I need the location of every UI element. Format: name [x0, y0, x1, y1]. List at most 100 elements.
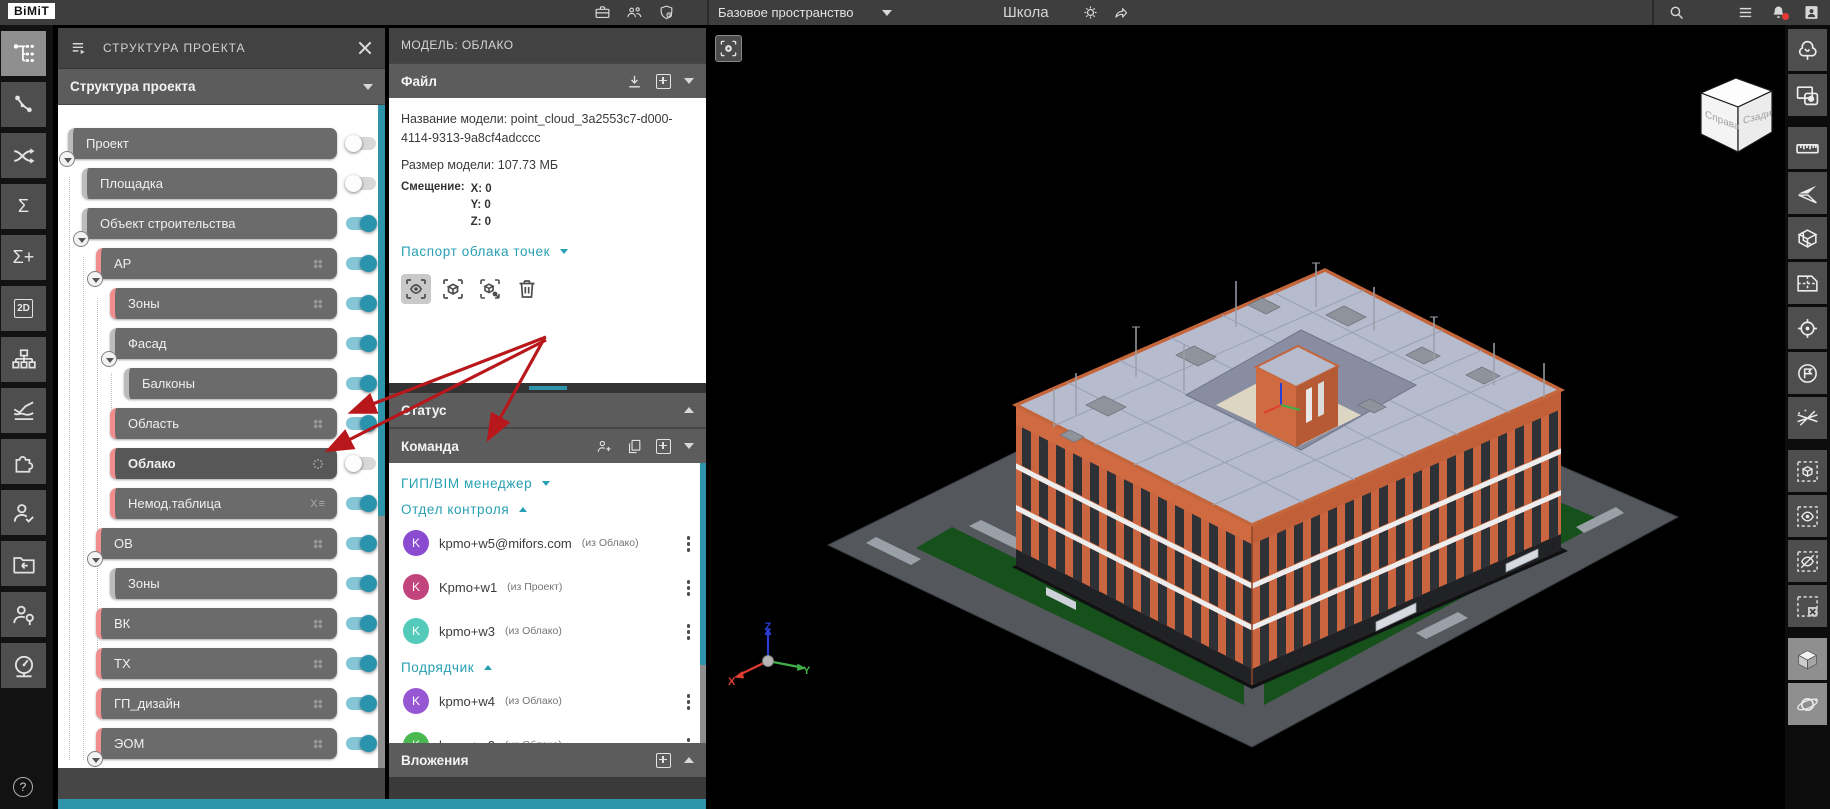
expand-toggle[interactable]	[87, 551, 103, 567]
right-tool-orbit-mode[interactable]	[1788, 683, 1827, 725]
right-tool-shaded-mode[interactable]	[1788, 638, 1827, 680]
team-member[interactable]: Kkpmo+w4(из Облако)	[389, 679, 706, 723]
tree-row[interactable]: Площадка	[58, 168, 385, 199]
left-tool-totals[interactable]: Σ	[1, 184, 46, 229]
right-tool-section-box[interactable]	[1788, 217, 1827, 259]
tree-scrollbar[interactable]	[378, 105, 385, 768]
team-scrollbar[interactable]	[700, 463, 706, 743]
team-section-header[interactable]: Команда	[389, 429, 706, 463]
visibility-toggle[interactable]	[346, 257, 376, 270]
right-tool-isolate-selection[interactable]	[1788, 450, 1827, 492]
right-tool-flip-section[interactable]	[1788, 172, 1827, 214]
user-badge-icon[interactable]	[1803, 4, 1820, 21]
visibility-toggle[interactable]	[346, 217, 376, 230]
team-scrollbar-thumb[interactable]	[700, 463, 706, 665]
visibility-toggle[interactable]	[346, 617, 376, 630]
copy-icon[interactable]	[626, 438, 643, 455]
chevron-up-icon[interactable]	[684, 757, 694, 763]
visibility-toggle[interactable]	[346, 137, 376, 150]
focus-model-button[interactable]	[438, 274, 468, 304]
expand-toggle[interactable]	[87, 271, 103, 287]
tree-row[interactable]: Облако	[58, 448, 385, 479]
tree-row[interactable]: Зоны	[58, 288, 385, 319]
fit-view-button[interactable]	[401, 274, 431, 304]
right-tool-screenshot-area[interactable]	[1788, 74, 1827, 116]
tree-row[interactable]: ГП_дизайн	[58, 688, 385, 719]
point-cloud-passport-link[interactable]: Паспорт облака точек	[401, 244, 694, 259]
team-member[interactable]: KKpmo+w1(из Проект)	[389, 565, 706, 609]
left-tool-hierarchy[interactable]	[1, 337, 46, 382]
right-tool-floor-plans[interactable]	[1788, 262, 1827, 304]
visibility-toggle[interactable]	[346, 697, 376, 710]
left-tool-project-structure[interactable]	[1, 31, 46, 76]
search-icon[interactable]	[1668, 4, 1685, 21]
workspace-selector[interactable]: Базовое пространство	[718, 0, 892, 25]
tree-row[interactable]: Объект строительства	[58, 208, 385, 239]
expand-toggle[interactable]	[101, 351, 117, 367]
visibility-toggle[interactable]	[346, 377, 376, 390]
right-tool-hide-selection[interactable]	[1788, 540, 1827, 582]
view-cube[interactable]: Справа Сзади	[1689, 68, 1783, 158]
structure-dropdown[interactable]: Структура проекта	[58, 68, 385, 104]
visibility-toggle[interactable]	[346, 537, 376, 550]
notifications-bell-icon[interactable]	[1770, 4, 1787, 21]
tree-scrollbar-thumb[interactable]	[378, 105, 385, 516]
visibility-toggle[interactable]	[346, 737, 376, 750]
add-member-icon[interactable]	[596, 438, 613, 455]
add-attachment-icon[interactable]	[656, 753, 671, 768]
tree-row[interactable]: Немод.таблицаX≡	[58, 488, 385, 519]
team-member[interactable]: Kkpmo+w2(из Облако)	[389, 723, 706, 743]
tree-row[interactable]: Область	[58, 408, 385, 439]
list-icon[interactable]	[1737, 4, 1754, 21]
team-group-header[interactable]: ГИП/BIM менеджер	[389, 469, 706, 495]
left-tool-dashboard[interactable]	[1, 643, 46, 688]
tree-row[interactable]: Фасад	[58, 328, 385, 359]
chevron-down-icon[interactable]	[684, 78, 694, 84]
team-group-header[interactable]: Подрядчик	[389, 653, 706, 679]
visibility-toggle[interactable]	[346, 297, 376, 310]
share-icon[interactable]	[1112, 4, 1129, 21]
building-model[interactable]	[706, 25, 1785, 809]
left-tool-user-location[interactable]	[1, 592, 46, 637]
horizontal-scrollbar[interactable]	[58, 799, 706, 809]
right-tool-show-selection[interactable]	[1788, 495, 1827, 537]
left-tool-analytics[interactable]	[1, 388, 46, 433]
left-tool-transfer-folder[interactable]	[1, 541, 46, 586]
chevron-down-icon[interactable]	[684, 443, 694, 449]
add-file-icon[interactable]	[656, 74, 671, 89]
visibility-toggle[interactable]	[346, 657, 376, 670]
right-tool-placemarks[interactable]	[1788, 352, 1827, 394]
expand-toggle[interactable]	[87, 751, 103, 767]
member-menu-icon[interactable]	[687, 536, 691, 552]
visibility-toggle[interactable]	[346, 337, 376, 350]
team-group-header[interactable]: Отдел контроля	[389, 495, 706, 521]
file-section-header[interactable]: Файл	[389, 64, 706, 98]
attachments-section-header[interactable]: Вложения	[389, 743, 706, 777]
visibility-toggle[interactable]	[346, 457, 376, 470]
team-member[interactable]: Kkpmo+w3(из Облако)	[389, 609, 706, 653]
left-tool-geometry-nodes[interactable]	[1, 82, 46, 127]
tree-row[interactable]: Проект	[58, 128, 385, 159]
help-button[interactable]: ?	[13, 777, 33, 797]
tree-row[interactable]: АР	[58, 248, 385, 279]
left-tool-connections[interactable]	[1, 133, 46, 178]
close-icon[interactable]	[357, 40, 373, 56]
right-tool-clear-selection[interactable]	[1788, 585, 1827, 627]
status-section-header[interactable]: Статус	[389, 393, 706, 427]
delete-model-button[interactable]	[512, 274, 542, 304]
visibility-toggle[interactable]	[346, 497, 376, 510]
right-tool-environment[interactable]	[1788, 29, 1827, 71]
left-tool-approvals[interactable]	[1, 490, 46, 535]
right-tool-measure[interactable]	[1788, 127, 1827, 169]
member-menu-icon[interactable]	[687, 624, 691, 640]
left-tool-totals-add[interactable]: Σ+	[1, 235, 46, 280]
viewport-3d[interactable]: Справа Сзади Z X Y	[706, 25, 1785, 809]
screenshot-camera-button[interactable]	[715, 35, 742, 62]
tree-row[interactable]: ОВ	[58, 528, 385, 559]
left-tool-sheets-2d[interactable]: 2D	[1, 286, 46, 331]
visibility-toggle[interactable]	[346, 577, 376, 590]
panel-resize-handle[interactable]	[389, 383, 706, 393]
right-tool-compare-versions[interactable]	[1788, 397, 1827, 439]
briefcase-icon[interactable]	[594, 4, 611, 21]
panel-menu-icon[interactable]	[70, 39, 89, 58]
